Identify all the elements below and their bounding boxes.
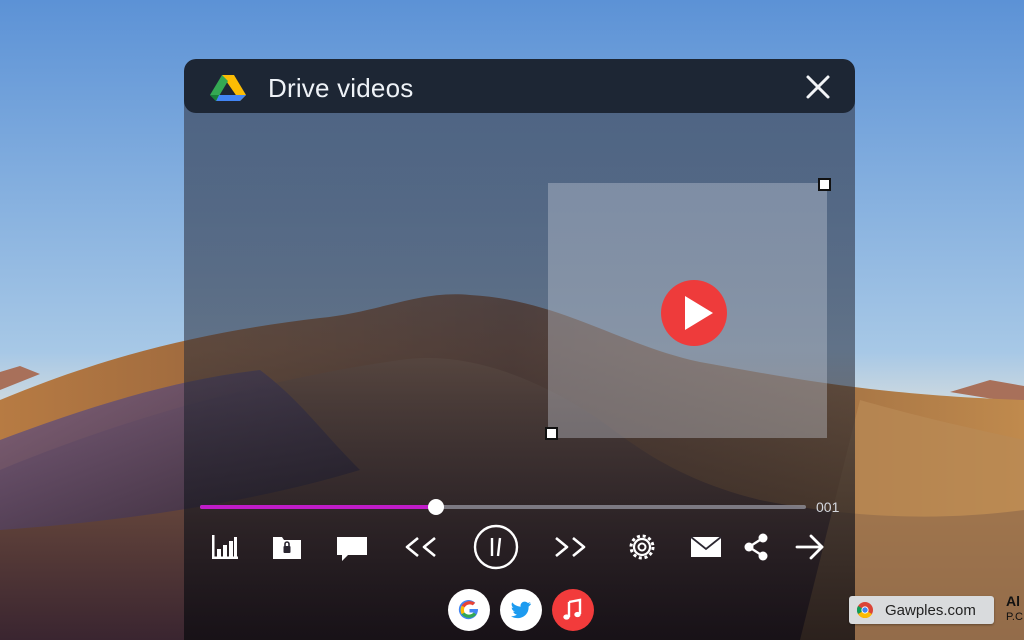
progress-fill	[200, 505, 437, 509]
pause-button[interactable]	[472, 524, 520, 570]
play-button[interactable]	[661, 280, 727, 346]
folder-lock-button[interactable]	[270, 527, 304, 567]
play-icon	[685, 296, 713, 330]
rewind-button[interactable]	[402, 527, 442, 567]
url-text: Gawples.com	[885, 602, 976, 619]
video-player-window: Drive videos 001	[184, 59, 855, 640]
next-button[interactable]	[792, 527, 828, 567]
folder-lock-icon	[273, 537, 301, 559]
close-icon	[806, 75, 830, 99]
google-icon	[448, 589, 490, 631]
settings-gear-icon	[629, 534, 655, 560]
close-button[interactable]	[800, 71, 836, 103]
stats-icon	[212, 535, 238, 559]
browser-url-chip[interactable]: Gawples.com	[849, 596, 994, 624]
share-button[interactable]	[740, 527, 772, 567]
rewind-icon	[405, 536, 436, 558]
twitter-icon	[500, 589, 542, 631]
google-share-button[interactable]	[448, 589, 490, 631]
music-share-button[interactable]	[552, 589, 594, 631]
email-button[interactable]	[688, 527, 724, 567]
tray-text-line1: Al	[1006, 593, 1020, 609]
share-icon	[744, 533, 768, 561]
fast-forward-icon	[555, 536, 586, 558]
comment-icon	[337, 537, 367, 561]
pause-icon	[473, 524, 519, 570]
chrome-icon	[857, 602, 873, 618]
settings-button[interactable]	[622, 527, 662, 567]
google-drive-icon	[210, 75, 246, 101]
progress-thumb[interactable]	[428, 499, 445, 515]
progress-bar[interactable]	[200, 499, 806, 515]
arrow-right-icon	[795, 534, 824, 560]
resize-handle-bottom-left[interactable]	[545, 427, 558, 440]
window-title: Drive videos	[268, 73, 414, 103]
stats-button[interactable]	[208, 527, 240, 567]
twitter-share-button[interactable]	[500, 589, 542, 631]
email-icon	[690, 536, 722, 557]
time-label: 001	[816, 499, 840, 515]
fast-forward-button[interactable]	[550, 527, 590, 567]
title-bar: Drive videos	[184, 59, 855, 113]
music-icon	[552, 589, 594, 631]
comment-button[interactable]	[334, 527, 370, 567]
tray-text-line2: P.C	[1006, 611, 1023, 623]
resize-handle-top-right[interactable]	[818, 178, 831, 191]
